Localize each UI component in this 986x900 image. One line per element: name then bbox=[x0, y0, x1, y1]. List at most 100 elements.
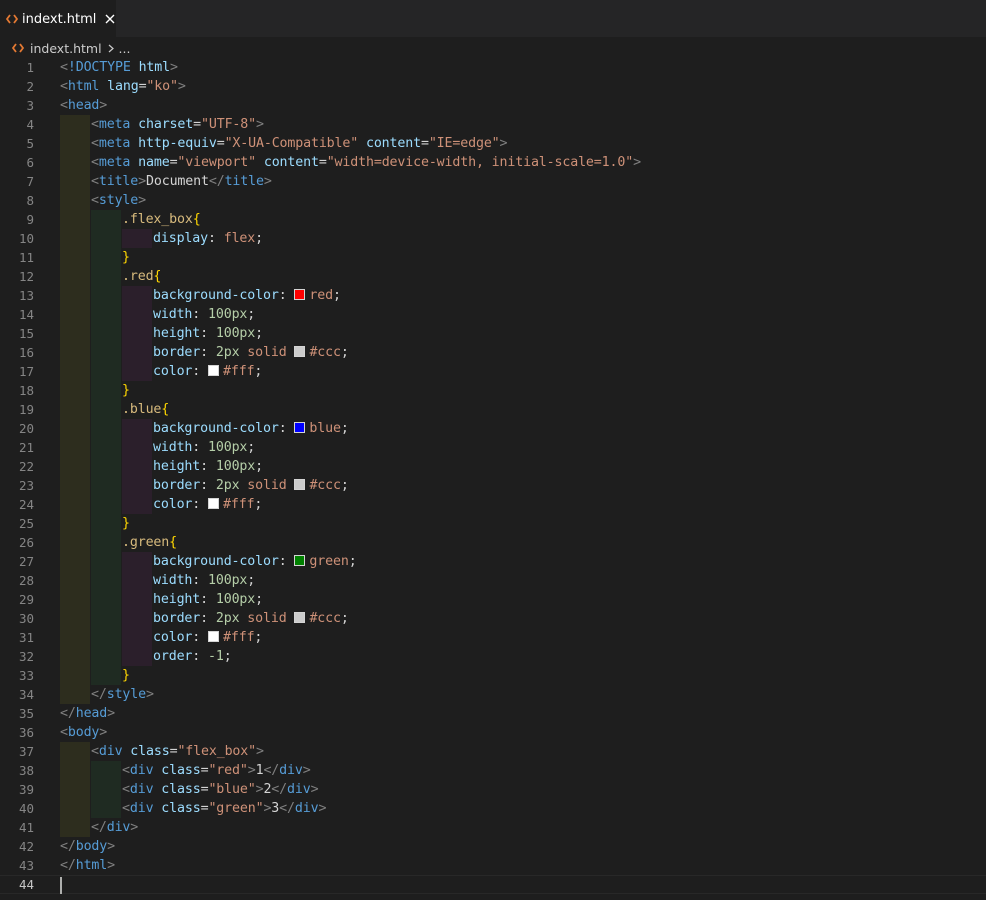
indent-guide bbox=[91, 210, 121, 229]
code-line[interactable]: 41 </div> bbox=[0, 818, 986, 837]
code-line[interactable]: 24 color: #fff; bbox=[0, 495, 986, 514]
indent-guide bbox=[60, 799, 90, 818]
indent-guide bbox=[122, 495, 152, 514]
code-line[interactable]: 42 </body> bbox=[0, 837, 986, 856]
line-number: 18 bbox=[18, 383, 34, 398]
code-line[interactable]: 14 width: 100px; bbox=[0, 305, 986, 324]
token-val: #fff bbox=[223, 364, 255, 379]
token-text: : bbox=[208, 231, 224, 246]
token-punc: > bbox=[177, 79, 186, 94]
color-swatch-icon[interactable] bbox=[294, 612, 306, 623]
token-punc: </ bbox=[271, 782, 288, 797]
code-line[interactable]: 40 <div class="green">3</div> bbox=[0, 799, 986, 818]
code-line[interactable]: 38 <div class="red">1</div> bbox=[0, 761, 986, 780]
line-number: 11 bbox=[18, 250, 34, 265]
indent-guide bbox=[122, 419, 152, 438]
code-line[interactable]: 6 <meta name="viewport" content="width=de… bbox=[0, 153, 986, 172]
code-line[interactable]: 35 </head> bbox=[0, 704, 986, 723]
indent-guide bbox=[60, 685, 90, 704]
token-punc: </ bbox=[60, 839, 76, 854]
indent-guide bbox=[122, 476, 152, 495]
code-line[interactable]: 44 bbox=[0, 875, 986, 894]
line-number: 44 bbox=[18, 877, 34, 892]
color-swatch-icon[interactable] bbox=[294, 479, 306, 490]
token-tag: div bbox=[98, 744, 123, 759]
code-line[interactable]: 32 order: -1; bbox=[0, 647, 986, 666]
code-line[interactable]: 33} bbox=[0, 666, 986, 685]
token-str: "blue" bbox=[208, 782, 256, 797]
indent-guide bbox=[91, 514, 121, 533]
token-prop: border bbox=[153, 611, 201, 626]
breadcrumb-file[interactable]: indext.html bbox=[30, 41, 102, 56]
tab-indext-html[interactable]: indext.html bbox=[0, 0, 116, 37]
token-prop: width bbox=[153, 573, 193, 588]
code-line[interactable]: 26 .green{ bbox=[0, 533, 986, 552]
code-line[interactable]: 29 height: 100px; bbox=[0, 590, 986, 609]
code-text: .blue{ bbox=[122, 400, 169, 419]
code-line[interactable]: 1 <!DOCTYPE html> bbox=[0, 58, 986, 77]
indent-guide bbox=[91, 799, 121, 818]
code-line[interactable]: 34 </style> bbox=[0, 685, 986, 704]
token-sel: .red bbox=[122, 269, 154, 284]
token-brace: } bbox=[122, 516, 130, 531]
token-prop: height bbox=[153, 592, 201, 607]
code-line[interactable]: 19 .blue{ bbox=[0, 400, 986, 419]
code-text: <meta charset="UTF-8"> bbox=[91, 115, 264, 134]
indent-guide bbox=[91, 267, 121, 286]
code-line[interactable]: 16 border: 2px solid #ccc; bbox=[0, 343, 986, 362]
code-line[interactable]: 4 <meta charset="UTF-8"> bbox=[0, 115, 986, 134]
code-line[interactable]: 18} bbox=[0, 381, 986, 400]
code-line[interactable]: 5 <meta http-equiv="X-UA-Compatible" cont… bbox=[0, 134, 986, 153]
indent-guide bbox=[60, 115, 90, 134]
code-line[interactable]: 13 background-color: red; bbox=[0, 286, 986, 305]
color-swatch-icon[interactable] bbox=[294, 289, 306, 300]
code-line[interactable]: 17 color: #fff; bbox=[0, 362, 986, 381]
token-val: green bbox=[309, 554, 349, 569]
code-line[interactable]: 23 border: 2px solid #ccc; bbox=[0, 476, 986, 495]
code-line[interactable]: 31 color: #fff; bbox=[0, 628, 986, 647]
token-text: : bbox=[278, 421, 295, 436]
code-line[interactable]: 7 <title>Document</title> bbox=[0, 172, 986, 191]
color-swatch-icon[interactable] bbox=[208, 498, 219, 509]
close-icon[interactable] bbox=[104, 11, 116, 27]
line-number: 9 bbox=[26, 212, 34, 227]
indent-guide bbox=[60, 305, 90, 324]
code-line[interactable]: 43 </html> bbox=[0, 856, 986, 875]
token-punc: </ bbox=[91, 820, 107, 835]
token-prop: color bbox=[153, 497, 193, 512]
code-line[interactable]: 22 height: 100px; bbox=[0, 457, 986, 476]
line-number: 15 bbox=[18, 326, 34, 341]
code-line[interactable]: 8 <style> bbox=[0, 191, 986, 210]
color-swatch-icon[interactable] bbox=[294, 422, 306, 433]
token-tag: div bbox=[129, 763, 154, 778]
token-punc: < bbox=[91, 155, 99, 170]
color-swatch-icon[interactable] bbox=[294, 555, 306, 566]
code-line[interactable]: 25} bbox=[0, 514, 986, 533]
color-swatch-icon[interactable] bbox=[294, 346, 306, 357]
color-swatch-icon[interactable] bbox=[208, 631, 219, 642]
code-line[interactable]: 28 width: 100px; bbox=[0, 571, 986, 590]
breadcrumb-more[interactable]: ... bbox=[119, 41, 131, 56]
color-swatch-icon[interactable] bbox=[208, 365, 219, 376]
code-line[interactable]: 30 border: 2px solid #ccc; bbox=[0, 609, 986, 628]
indent-guide bbox=[91, 761, 121, 780]
code-line[interactable]: 10 display: flex; bbox=[0, 229, 986, 248]
code-line[interactable]: 36 <body> bbox=[0, 723, 986, 742]
code-line[interactable]: 2 <html lang="ko"> bbox=[0, 77, 986, 96]
code-editor[interactable]: 1 <!DOCTYPE html> 2 <html lang="ko"> 3 <head>… bbox=[0, 58, 986, 900]
code-line[interactable]: 3 <head> bbox=[0, 96, 986, 115]
indent-guide bbox=[91, 609, 121, 628]
code-line[interactable]: 12 .red{ bbox=[0, 267, 986, 286]
code-line[interactable]: 20 background-color: blue; bbox=[0, 419, 986, 438]
code-line[interactable]: 39 <div class="blue">2</div> bbox=[0, 780, 986, 799]
code-line[interactable]: 37 <div class="flex_box"> bbox=[0, 742, 986, 761]
line-number: 23 bbox=[18, 478, 34, 493]
code-line[interactable]: 27 background-color: green; bbox=[0, 552, 986, 571]
code-line[interactable]: 21 width: 100px; bbox=[0, 438, 986, 457]
code-line[interactable]: 9 .flex_box{ bbox=[0, 210, 986, 229]
indent-guide bbox=[122, 362, 152, 381]
code-line[interactable]: 11} bbox=[0, 248, 986, 267]
indent-guide bbox=[60, 362, 90, 381]
code-line[interactable]: 15 height: 100px; bbox=[0, 324, 986, 343]
